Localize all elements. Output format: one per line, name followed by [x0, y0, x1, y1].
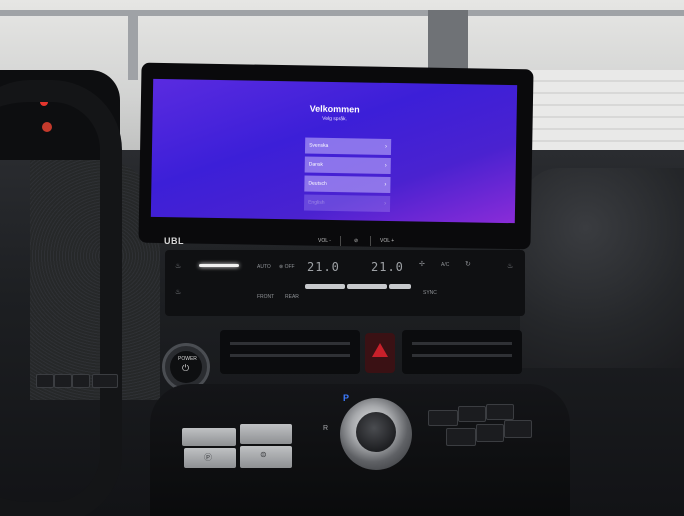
vent-slat	[412, 354, 512, 357]
sync-button[interactable]: SYNC	[423, 290, 437, 296]
vent-slat	[230, 354, 350, 357]
seat-heat-icon[interactable]: ♨	[175, 288, 181, 296]
temp-slider-right[interactable]	[389, 284, 411, 289]
language-option-dansk[interactable]: Dansk ›	[304, 156, 391, 174]
volume-down-button[interactable]: VOL -	[318, 238, 331, 244]
dashboard-passenger-side	[520, 168, 684, 368]
temp-slider-left[interactable]	[305, 284, 345, 289]
air-vent-right	[402, 330, 522, 374]
language-option-deutsch[interactable]: Deutsch ›	[304, 175, 391, 193]
auto-button[interactable]: AUTO	[257, 264, 271, 270]
parking-brake-icon: Ⓟ	[204, 453, 212, 462]
front-defrost-button[interactable]: FRONT	[257, 294, 274, 300]
jbl-logo: UBL	[164, 236, 184, 246]
drive-mode-button[interactable]	[446, 428, 476, 446]
recirculate-icon[interactable]: ↻	[465, 260, 471, 268]
dash-button[interactable]	[92, 374, 118, 388]
garage-window	[524, 70, 684, 160]
hazard-icon	[372, 343, 388, 357]
reverse-indicator: R	[323, 425, 329, 432]
shift-dial-center	[356, 412, 396, 452]
steering-wheel	[0, 80, 122, 516]
language-list: Svenska › Dansk › Deutsch › English ›	[303, 137, 392, 214]
drive-mode-button[interactable]	[458, 406, 486, 422]
chevron-right-icon: ›	[385, 143, 388, 150]
seat-heat-icon[interactable]: ♨	[175, 262, 181, 270]
language-label: Deutsch	[308, 180, 327, 187]
language-label: Dansk	[308, 161, 323, 168]
mute-button[interactable]: ⊘	[354, 238, 358, 244]
language-option-english[interactable]: English ›	[303, 194, 391, 212]
fan-slider[interactable]	[347, 284, 387, 289]
rear-defrost-button[interactable]: REAR	[285, 294, 299, 300]
infotainment-screen[interactable]: Velkommen Velg språk. Svenska › Dansk › …	[150, 78, 518, 224]
dash-button[interactable]	[72, 374, 90, 388]
power-label: POWER	[178, 356, 197, 362]
drive-mode-button[interactable]	[504, 420, 532, 438]
seat-heat-icon[interactable]: ♨	[507, 262, 513, 270]
drive-mode-button[interactable]	[476, 424, 504, 442]
language-label: Svenska	[309, 142, 329, 149]
divider	[340, 236, 341, 246]
language-label: English	[308, 199, 325, 206]
off-button[interactable]: ⊗ OFF	[279, 264, 295, 270]
volume-up-button[interactable]: VOL +	[380, 238, 394, 244]
ceiling-beam	[0, 10, 684, 16]
chevron-right-icon: ›	[384, 200, 387, 207]
console-button[interactable]	[182, 428, 236, 446]
air-vent-left	[220, 330, 360, 374]
dash-button[interactable]	[36, 374, 54, 388]
brake-hold-icon: ⊜	[260, 450, 267, 459]
divider	[370, 236, 371, 246]
vent-slat	[230, 342, 350, 345]
console-button[interactable]	[240, 424, 292, 444]
ac-button[interactable]: A/C	[441, 262, 449, 268]
language-option-svenska[interactable]: Svenska ›	[304, 137, 392, 155]
chevron-right-icon: ›	[384, 181, 387, 188]
power-icon: ⏻	[182, 363, 190, 373]
drive-mode-button[interactable]	[428, 410, 458, 426]
park-indicator: P	[343, 393, 350, 403]
climate-panel: ♨ ♨ AUTO ⊗ OFF 21.0 21.0 ✢ A/C ↻ ♨ FRONT…	[165, 250, 525, 316]
car-interior-scene: Velkommen Velg språk. Svenska › Dansk › …	[0, 0, 684, 516]
chevron-right-icon: ›	[384, 162, 387, 169]
drive-mode-button[interactable]	[486, 404, 514, 420]
indicator-light	[199, 264, 239, 267]
vent-slat	[412, 342, 512, 345]
ceiling-post	[128, 10, 138, 80]
dash-button[interactable]	[54, 374, 72, 388]
temp-right: 21.0	[371, 260, 404, 274]
temp-left: 21.0	[307, 260, 340, 274]
fan-icon[interactable]: ✢	[419, 260, 425, 268]
